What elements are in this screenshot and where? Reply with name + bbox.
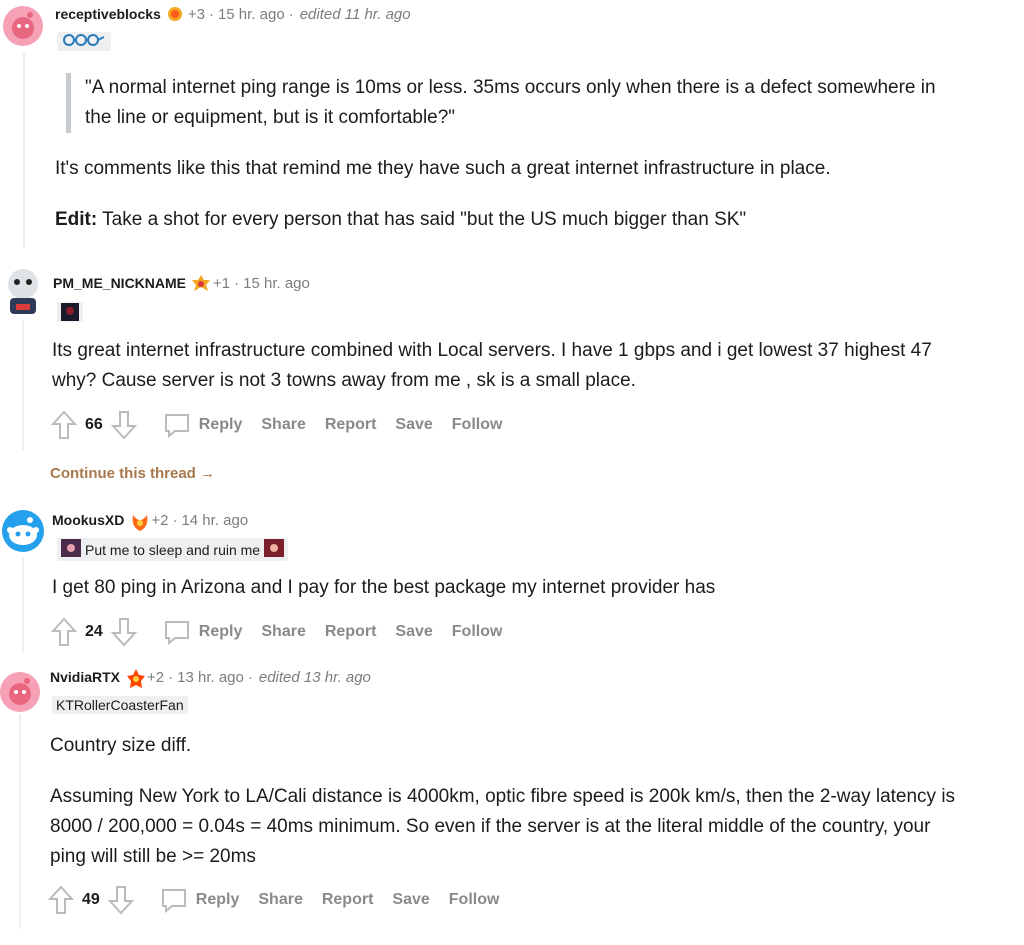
- edit-text: Take a shot for every person that has sa…: [97, 209, 747, 230]
- thread-line[interactable]: [23, 52, 25, 247]
- karma: +2: [147, 668, 165, 686]
- avatar[interactable]: [3, 6, 43, 46]
- report-button[interactable]: Report: [322, 891, 374, 909]
- reply-button[interactable]: Reply: [199, 416, 243, 434]
- downvote-icon[interactable]: [107, 885, 134, 915]
- thread-line[interactable]: [19, 714, 21, 929]
- blockquote: "A normal internet ping range is 10ms or…: [66, 73, 955, 133]
- separator: ·: [288, 5, 294, 23]
- award-icon: [191, 274, 211, 292]
- report-button[interactable]: Report: [325, 416, 377, 434]
- comment-actions: 24 Reply Share Report Save Follow: [51, 617, 521, 647]
- award-icon: [129, 511, 148, 531]
- upvote-icon[interactable]: [51, 410, 77, 440]
- flair-emoji-icon: [61, 539, 81, 560]
- flair-emoji-icon: [264, 539, 285, 560]
- flair-text: Put me to sleep and ruin me: [85, 541, 261, 558]
- comment-meta: receptiveblocks +3 · 15 hr. ago · edited…: [55, 5, 411, 23]
- follow-button[interactable]: Follow: [452, 416, 503, 434]
- karma: +3: [187, 5, 205, 23]
- upvote-icon[interactable]: [51, 617, 77, 647]
- avatar[interactable]: [2, 510, 44, 552]
- username[interactable]: PM_ME_NICKNAME: [53, 275, 186, 291]
- avatar[interactable]: [2, 264, 44, 316]
- user-flair: KTRollerCoasterFan: [52, 696, 188, 714]
- comment-body: Its great internet infrastructure combin…: [52, 340, 932, 391]
- thread-line[interactable]: [22, 558, 24, 653]
- flair-emoji-icon: [57, 302, 83, 322]
- separator: ·: [234, 274, 240, 292]
- award-icon: [166, 5, 184, 23]
- continue-thread-link[interactable]: Continue this thread →: [50, 465, 215, 482]
- glasses-flair-icon: [62, 33, 106, 50]
- comment-actions: 49 Reply Share Report Save Follow: [48, 885, 518, 915]
- share-button[interactable]: Share: [261, 416, 305, 434]
- edited-label: edited 13 hr. ago: [258, 668, 371, 686]
- vote-count: 49: [82, 891, 100, 908]
- downvote-icon[interactable]: [110, 617, 137, 647]
- follow-button[interactable]: Follow: [449, 891, 500, 909]
- karma: +1: [213, 274, 231, 292]
- comment-actions: 66 Reply Share Report Save Follow: [51, 410, 521, 440]
- follow-button[interactable]: Follow: [452, 623, 503, 641]
- edit-label: Edit:: [55, 209, 98, 230]
- user-flair: [57, 32, 111, 51]
- share-button[interactable]: Share: [258, 891, 302, 909]
- avatar[interactable]: [0, 672, 40, 712]
- comment-meta: PM_ME_NICKNAME +1 · 15 hr. ago: [53, 274, 310, 292]
- comment-icon[interactable]: [163, 618, 191, 646]
- quote-text: "A normal internet ping range is 10ms or…: [85, 77, 936, 128]
- comment-body: I get 80 ping in Arizona and I pay for t…: [52, 577, 716, 598]
- timestamp[interactable]: 15 hr. ago: [243, 275, 310, 292]
- arrow-right-icon: →: [200, 465, 216, 482]
- edited-label: edited 11 hr. ago: [299, 5, 411, 23]
- reply-button[interactable]: Reply: [196, 891, 240, 909]
- vote-count: 24: [85, 623, 103, 640]
- save-button[interactable]: Save: [395, 623, 432, 641]
- vote-count: 66: [85, 416, 103, 433]
- timestamp[interactable]: 15 hr. ago: [218, 6, 285, 23]
- separator: ·: [168, 668, 174, 686]
- share-button[interactable]: Share: [261, 623, 305, 641]
- flair-text: KTRollerCoasterFan: [56, 697, 184, 713]
- save-button[interactable]: Save: [395, 416, 432, 434]
- save-button[interactable]: Save: [392, 891, 429, 909]
- comment-icon[interactable]: [160, 886, 188, 914]
- comment-body: Country size diff.: [50, 735, 192, 756]
- username[interactable]: MookusXD: [52, 512, 124, 528]
- timestamp[interactable]: 13 hr. ago: [177, 669, 244, 686]
- upvote-icon[interactable]: [48, 885, 74, 915]
- user-flair: Put me to sleep and ruin me: [57, 538, 289, 561]
- comment-meta: NvidiaRTX +2 · 13 hr. ago · edited 13 hr…: [50, 668, 371, 688]
- separator: ·: [172, 511, 178, 529]
- username[interactable]: NvidiaRTX: [50, 669, 120, 685]
- separator: ·: [208, 5, 214, 23]
- report-button[interactable]: Report: [325, 623, 377, 641]
- timestamp[interactable]: 14 hr. ago: [181, 512, 248, 529]
- comment-body: It's comments like this that remind me t…: [55, 158, 831, 179]
- username[interactable]: receptiveblocks: [55, 6, 161, 22]
- downvote-icon[interactable]: [110, 410, 137, 440]
- comment-icon[interactable]: [163, 411, 191, 439]
- karma: +2: [151, 511, 169, 529]
- continue-thread-label: Continue this thread: [50, 465, 196, 482]
- award-icon: [125, 668, 146, 688]
- reply-button[interactable]: Reply: [199, 623, 243, 641]
- separator: ·: [247, 668, 253, 686]
- comment-meta: MookusXD +2 · 14 hr. ago: [52, 511, 248, 531]
- comment-body: Assuming New York to LA/Cali distance is…: [50, 786, 956, 867]
- comment-edit: Edit: Take a shot for every person that …: [55, 205, 995, 235]
- thread-line[interactable]: [22, 320, 24, 450]
